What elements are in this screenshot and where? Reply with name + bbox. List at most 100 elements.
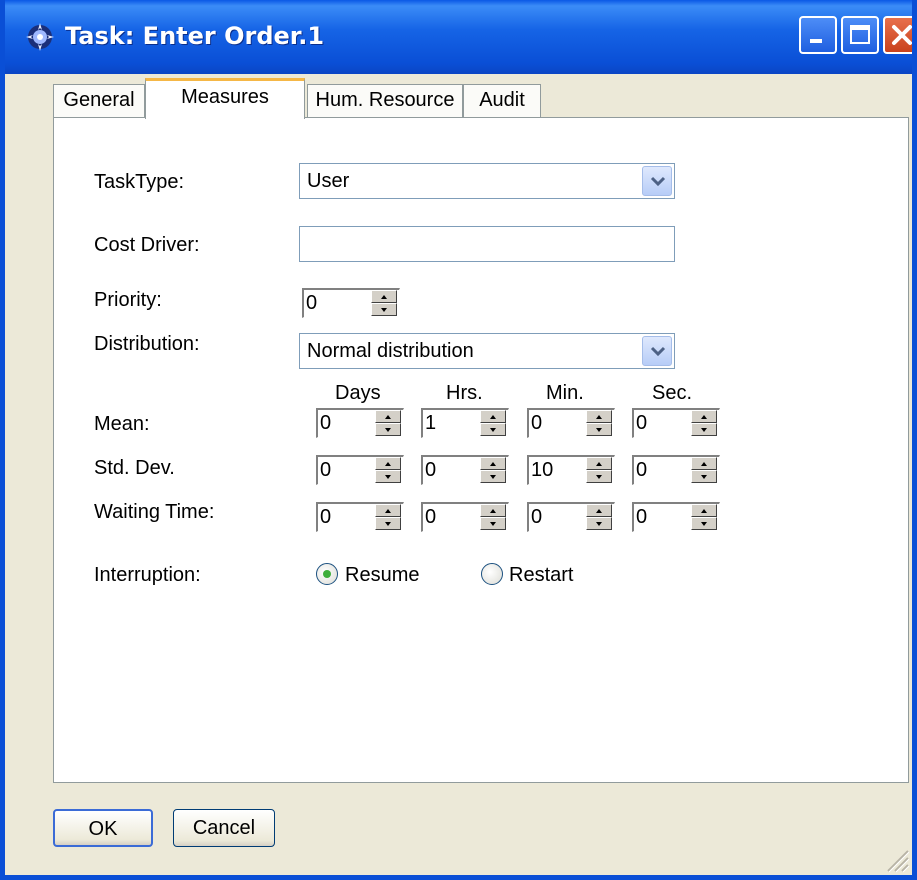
spin-down[interactable] <box>375 517 401 530</box>
minimize-button[interactable] <box>799 16 837 54</box>
task-type-combobox[interactable]: User <box>299 163 675 199</box>
caret-up-icon <box>701 415 707 419</box>
ok-button[interactable]: OK <box>53 809 153 847</box>
spin-up[interactable] <box>375 410 401 423</box>
waiting-days-value: 0 <box>320 506 332 528</box>
tab-measures[interactable]: Measures <box>145 78 305 119</box>
mean-days-spinner[interactable]: 0 <box>316 408 404 438</box>
mean-days-value: 0 <box>320 412 332 434</box>
spin-up[interactable] <box>480 410 506 423</box>
std-dev-sec-value: 0 <box>636 459 648 481</box>
spin-down[interactable] <box>586 517 612 530</box>
header-sec: Sec. <box>652 382 693 404</box>
restart-radio[interactable] <box>481 563 503 585</box>
waiting-min-spinner[interactable]: 0 <box>527 502 615 532</box>
std-dev-hrs-value: 0 <box>425 459 437 481</box>
spin-up[interactable] <box>586 504 612 517</box>
tab-general[interactable]: General <box>53 84 145 117</box>
caret-up-icon <box>701 509 707 513</box>
mean-sec-spinner[interactable]: 0 <box>632 408 720 438</box>
distribution-label: Distribution: <box>94 333 200 355</box>
mean-label: Mean: <box>94 413 150 435</box>
caret-down-icon <box>385 428 391 432</box>
cost-driver-input[interactable] <box>299 226 675 262</box>
spin-down[interactable] <box>375 423 401 436</box>
std-dev-sec-spinner[interactable]: 0 <box>632 455 720 485</box>
waiting-hrs-spinner[interactable]: 0 <box>421 502 509 532</box>
priority-spin-down[interactable] <box>371 303 397 316</box>
resume-label[interactable]: Resume <box>345 564 419 587</box>
close-icon <box>892 25 912 45</box>
spin-up[interactable] <box>480 457 506 470</box>
dialog-window: Task: Enter Order.1 General Measures Hum… <box>0 0 917 880</box>
spin-down[interactable] <box>480 423 506 436</box>
title-bar[interactable]: Task: Enter Order.1 <box>5 0 912 74</box>
spin-up[interactable] <box>691 410 717 423</box>
caret-down-icon <box>701 522 707 526</box>
distribution-value: Normal distribution <box>307 340 474 362</box>
spin-down[interactable] <box>480 470 506 483</box>
priority-spin-up[interactable] <box>371 290 397 303</box>
waiting-min-value: 0 <box>531 506 543 528</box>
caret-up-icon <box>596 415 602 419</box>
chevron-down-icon <box>650 346 666 357</box>
spin-down[interactable] <box>375 470 401 483</box>
caret-down-icon <box>490 475 496 479</box>
spin-down[interactable] <box>586 423 612 436</box>
std-dev-min-value: 10 <box>531 459 554 481</box>
mean-hrs-spinner[interactable]: 1 <box>421 408 509 438</box>
caret-up-icon <box>490 415 496 419</box>
priority-spinner[interactable]: 0 <box>302 288 400 318</box>
waiting-sec-spinner[interactable]: 0 <box>632 502 720 532</box>
caret-up-icon <box>381 295 387 299</box>
spin-up[interactable] <box>375 457 401 470</box>
priority-value: 0 <box>306 292 318 314</box>
tab-hum-resource[interactable]: Hum. Resource <box>307 84 463 117</box>
resize-grip-icon[interactable] <box>882 845 910 873</box>
std-dev-min-spinner[interactable]: 10 <box>527 455 615 485</box>
std-dev-hrs-spinner[interactable]: 0 <box>421 455 509 485</box>
spin-down[interactable] <box>480 517 506 530</box>
header-days: Days <box>335 382 381 404</box>
radio-selected-dot <box>323 570 331 578</box>
caret-down-icon <box>490 522 496 526</box>
mean-min-value: 0 <box>531 412 543 434</box>
spin-down[interactable] <box>691 470 717 483</box>
interruption-label: Interruption: <box>94 564 201 586</box>
spin-up[interactable] <box>691 457 717 470</box>
caret-down-icon <box>385 522 391 526</box>
std-dev-days-value: 0 <box>320 459 332 481</box>
std-dev-label: Std. Dev. <box>94 457 175 479</box>
distribution-dropdown-button[interactable] <box>642 336 672 366</box>
spin-up[interactable] <box>586 410 612 423</box>
task-type-label: TaskType: <box>94 171 185 193</box>
chevron-down-icon <box>650 176 666 187</box>
caret-down-icon <box>596 522 602 526</box>
std-dev-days-spinner[interactable]: 0 <box>316 455 404 485</box>
spin-down[interactable] <box>586 470 612 483</box>
caret-up-icon <box>701 462 707 466</box>
waiting-hrs-value: 0 <box>425 506 437 528</box>
spin-up[interactable] <box>480 504 506 517</box>
restart-label[interactable]: Restart <box>509 564 573 587</box>
spin-up[interactable] <box>691 504 717 517</box>
caret-up-icon <box>490 462 496 466</box>
task-type-dropdown-button[interactable] <box>642 166 672 196</box>
tab-audit[interactable]: Audit <box>463 84 541 117</box>
caret-up-icon <box>385 462 391 466</box>
spin-up[interactable] <box>586 457 612 470</box>
close-button[interactable] <box>883 16 912 54</box>
spin-down[interactable] <box>691 423 717 436</box>
caret-up-icon <box>596 462 602 466</box>
distribution-combobox[interactable]: Normal distribution <box>299 333 675 369</box>
window-title: Task: Enter Order.1 <box>65 22 325 50</box>
mean-hrs-value: 1 <box>425 412 437 434</box>
spin-up[interactable] <box>375 504 401 517</box>
caret-down-icon <box>701 475 707 479</box>
waiting-days-spinner[interactable]: 0 <box>316 502 404 532</box>
cancel-button[interactable]: Cancel <box>173 809 275 847</box>
maximize-button[interactable] <box>841 16 879 54</box>
resume-radio[interactable] <box>316 563 338 585</box>
mean-min-spinner[interactable]: 0 <box>527 408 615 438</box>
spin-down[interactable] <box>691 517 717 530</box>
